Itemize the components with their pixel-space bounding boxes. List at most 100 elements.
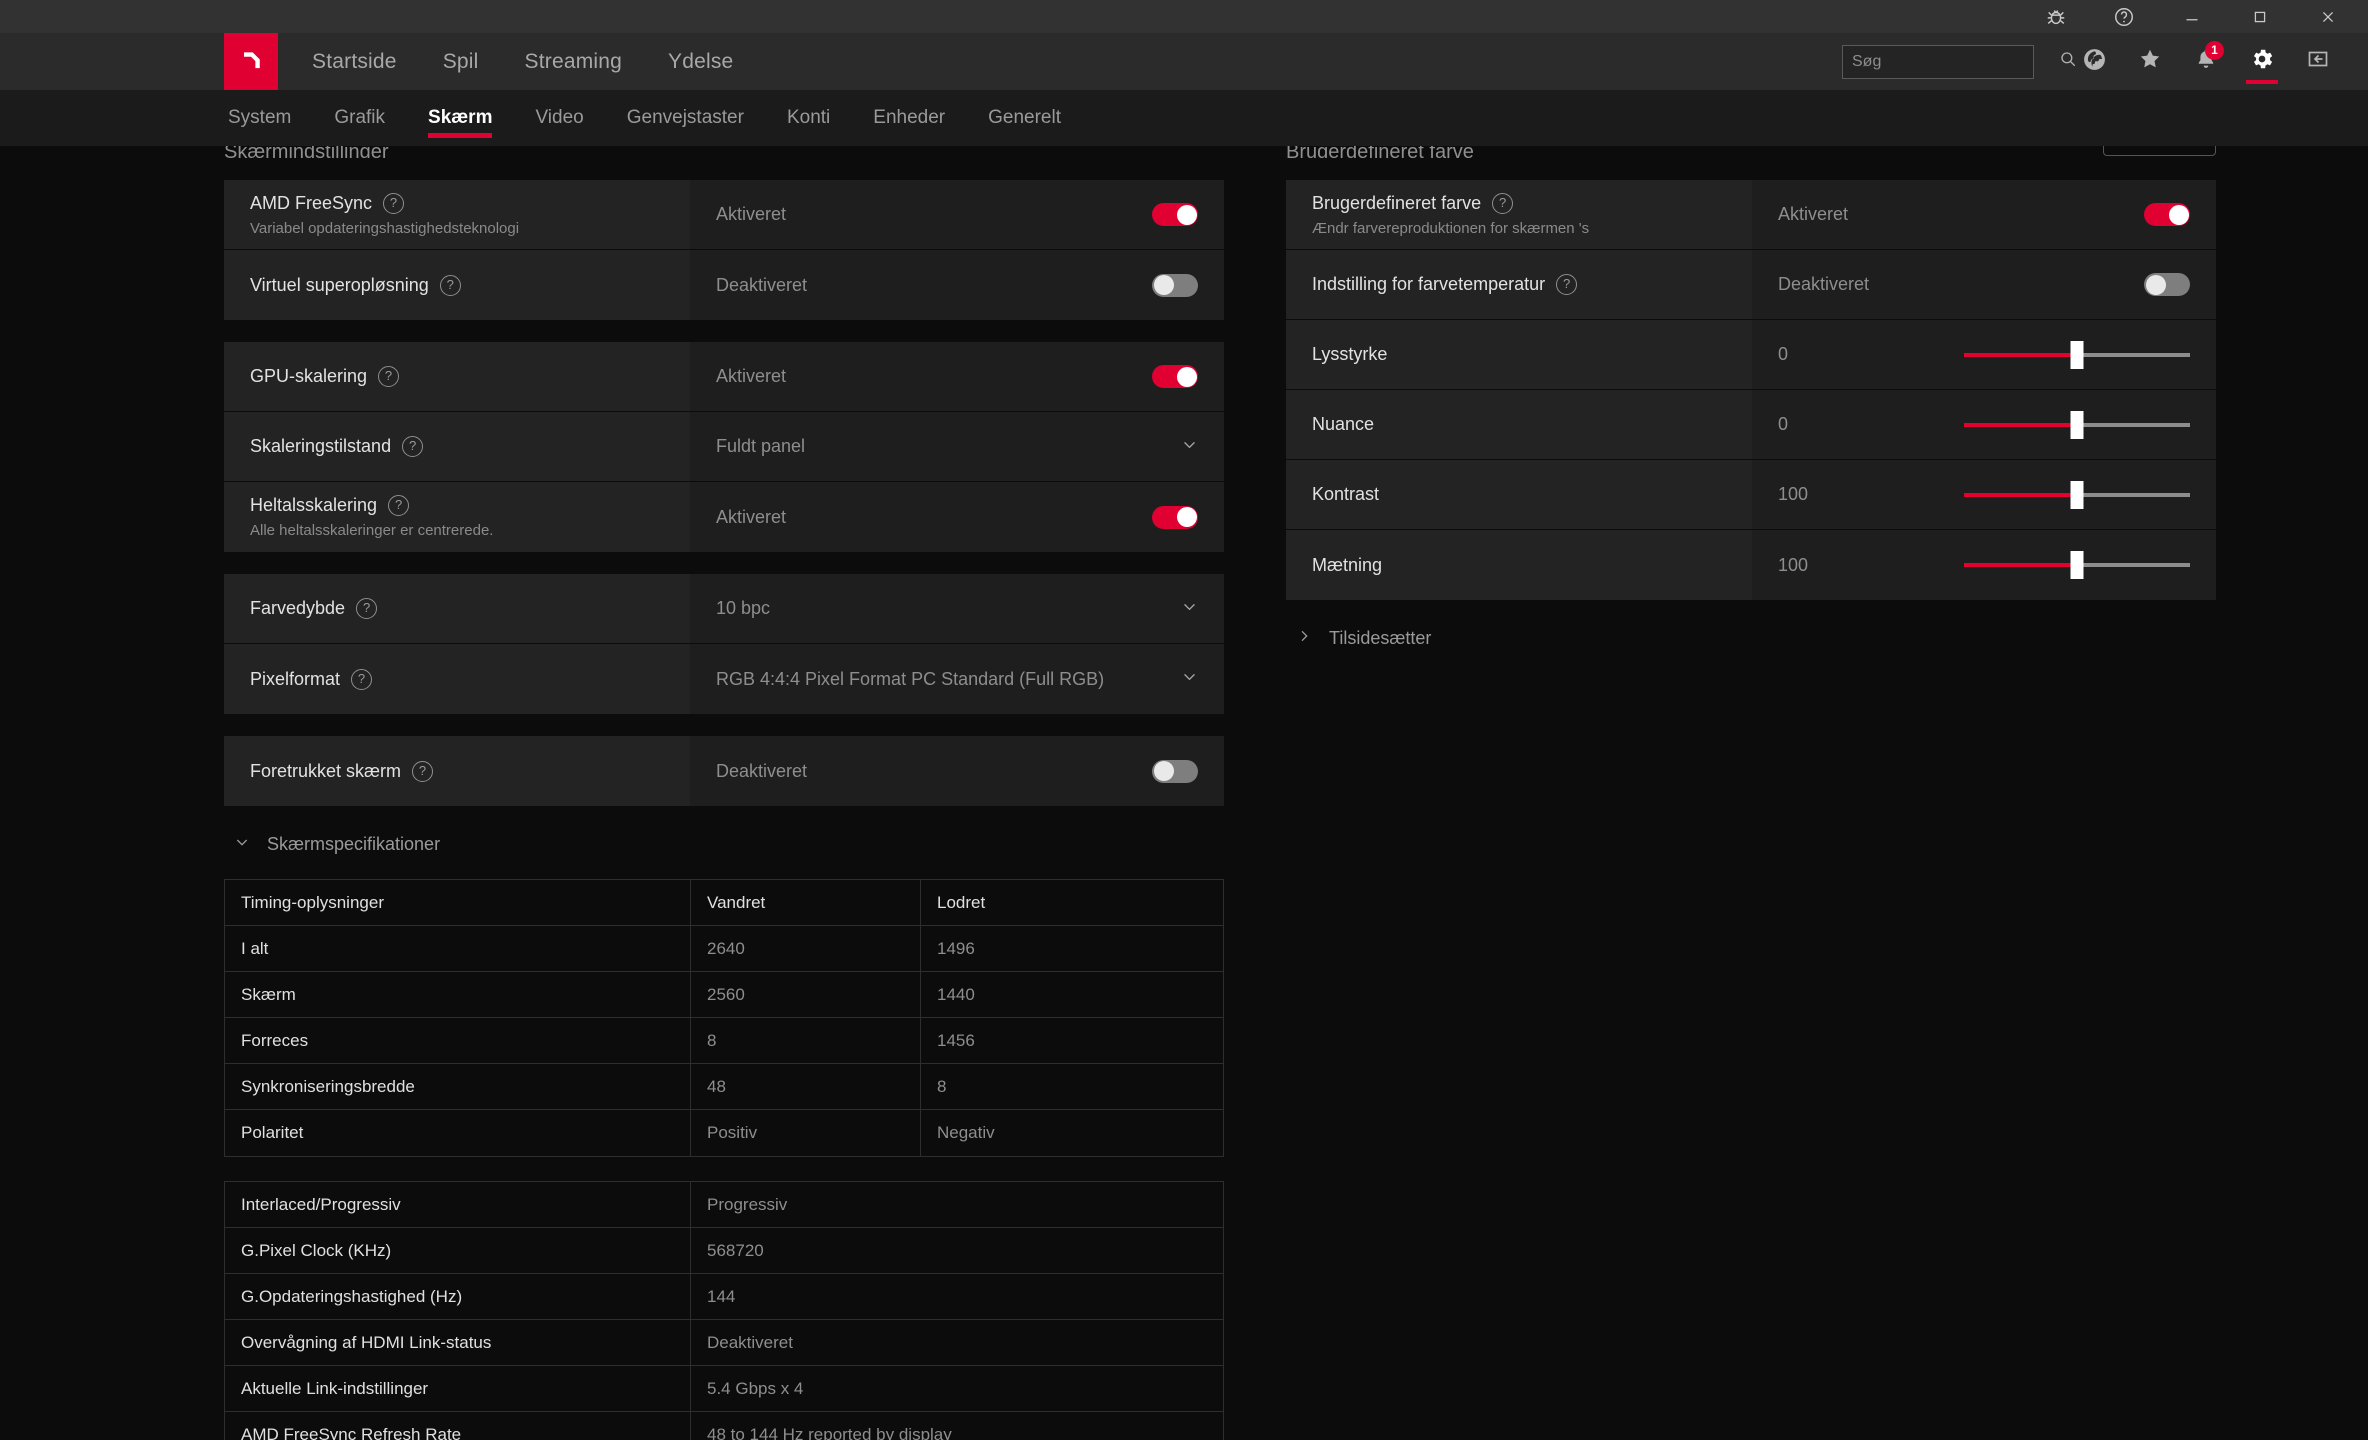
custom-color-title: Brugerdefineret farve bbox=[1286, 146, 1474, 158]
chevron-down-icon[interactable] bbox=[1181, 668, 1198, 690]
settings-button[interactable] bbox=[2234, 33, 2290, 90]
chevron-down-icon[interactable] bbox=[1181, 436, 1198, 458]
gamma-preset-button[interactable]: Spilalve bbox=[2103, 146, 2216, 156]
tab-skaerm[interactable]: Skærm bbox=[428, 90, 493, 146]
bug-report-button[interactable] bbox=[2022, 0, 2090, 33]
minimize-button[interactable] bbox=[2158, 0, 2226, 33]
tab-generelt[interactable]: Generelt bbox=[988, 90, 1061, 146]
slider-fill bbox=[1964, 492, 2077, 497]
chevron-down-icon[interactable] bbox=[1181, 598, 1198, 620]
slider-lysstyrke[interactable] bbox=[1964, 337, 2190, 373]
setting-value: Fuldt panel bbox=[716, 436, 806, 456]
help-tooltip-icon[interactable]: ? bbox=[388, 495, 410, 516]
setting-row-farvedybde: Farvedybde? 10 bpc bbox=[224, 574, 1224, 644]
help-tooltip-icon[interactable]: ? bbox=[351, 668, 373, 690]
globe-button[interactable] bbox=[2066, 33, 2122, 90]
setting-row-indstilling-for-farvetemperatur: Indstilling for farvetemperatur? Deaktive… bbox=[1286, 250, 2216, 320]
notifications-button[interactable]: 1 bbox=[2178, 33, 2234, 90]
timing-information-table: Timing-oplysninger Vandret Lodret I alt 2640… bbox=[224, 879, 1224, 1157]
tab-system[interactable]: System bbox=[228, 90, 291, 146]
nav-link-startside[interactable]: Startside bbox=[312, 50, 397, 74]
toggle-knob bbox=[2145, 274, 2166, 295]
table-cell: 8 bbox=[937, 1076, 947, 1096]
tab-genvejstaster[interactable]: Genvejstaster bbox=[627, 90, 744, 146]
slider-thumb[interactable] bbox=[2070, 480, 2084, 509]
setting-value-cell: Deaktiveret bbox=[1752, 250, 2216, 319]
search-input[interactable] bbox=[1852, 52, 2059, 71]
minimize-icon bbox=[2181, 6, 2203, 28]
favorites-button[interactable] bbox=[2122, 33, 2178, 90]
setting-value-cell[interactable]: Fuldt panel bbox=[690, 412, 1224, 481]
slider-maetning[interactable] bbox=[1964, 547, 2190, 583]
help-tooltip-icon[interactable]: ? bbox=[383, 192, 405, 214]
setting-value-cell: Deaktiveret bbox=[690, 250, 1224, 320]
table-cell: 1456 bbox=[937, 1030, 975, 1050]
table-row: Polaritet Positiv Negativ bbox=[225, 1110, 1223, 1156]
maximize-icon bbox=[2249, 6, 2271, 28]
setting-value-cell: 0 bbox=[1752, 320, 2216, 389]
table-cell-value: 144 bbox=[707, 1286, 736, 1306]
setting-label-cell: Farvedybde? bbox=[224, 574, 690, 643]
toggle-switch-gpu-skalering[interactable] bbox=[1152, 365, 1198, 388]
tab-enheder[interactable]: Enheder bbox=[873, 90, 945, 146]
setting-value: 10 bpc bbox=[716, 598, 771, 618]
setting-value-cell[interactable]: 10 bpc bbox=[690, 574, 1224, 643]
help-tooltip-icon[interactable]: ? bbox=[356, 598, 378, 619]
amd-logo[interactable] bbox=[224, 33, 278, 90]
tab-video[interactable]: Video bbox=[535, 90, 583, 146]
help-tooltip-icon[interactable]: ? bbox=[439, 274, 461, 296]
maximize-button[interactable] bbox=[2226, 0, 2294, 33]
settings-group-3: Foretrukket skærm? Deaktiveret bbox=[224, 736, 1224, 806]
close-button[interactable] bbox=[2294, 0, 2362, 33]
help-tooltip-icon[interactable]: ? bbox=[378, 366, 400, 387]
help-tooltip-icon[interactable]: ? bbox=[412, 760, 434, 782]
setting-value-cell: 100 bbox=[1752, 530, 2216, 600]
toggle-switch-amd-freesync[interactable] bbox=[1152, 203, 1198, 226]
help-tooltip-icon[interactable]: ? bbox=[1556, 274, 1578, 295]
toggle-switch-brugerdefineret-farve[interactable] bbox=[2144, 203, 2190, 226]
setting-label: Brugerdefineret farve bbox=[1312, 192, 1482, 213]
search-box[interactable] bbox=[1842, 44, 2076, 79]
setting-value-cell[interactable]: RGB 4:4:4 Pixel Format PC Standard (Full… bbox=[690, 644, 1224, 714]
setting-label-cell: Nuance bbox=[1286, 390, 1752, 459]
panel-collapse-icon bbox=[2306, 47, 2330, 76]
table-cell-label: Aktuelle Link-indstillinger bbox=[225, 1366, 691, 1411]
nav-link-spil[interactable]: Spil bbox=[443, 50, 479, 74]
help-tooltip-icon[interactable]: ? bbox=[1492, 192, 1514, 214]
toggle-switch-virtuel-superoplosning[interactable] bbox=[1152, 273, 1198, 297]
display-specs-toggle[interactable]: Skærmspecifikationer bbox=[224, 834, 1224, 855]
settings-group-2: Farvedybde? 10 bpc Pixelformat? RGB 4:4:4 P… bbox=[224, 574, 1224, 714]
slider-kontrast[interactable] bbox=[1964, 477, 2190, 513]
slider-thumb[interactable] bbox=[2070, 551, 2084, 579]
nav-link-streaming[interactable]: Streaming bbox=[525, 50, 623, 74]
setting-label: Kontrast bbox=[1312, 484, 1380, 504]
custom-color-header: Brugerdefineret farve Spilalve bbox=[1286, 146, 2216, 158]
setting-label-cell: GPU-skalering? bbox=[224, 342, 690, 411]
slider-fill bbox=[1964, 352, 2077, 357]
table-header-cell: Lodret bbox=[937, 892, 986, 912]
collapse-panel-button[interactable] bbox=[2290, 33, 2346, 90]
help-tooltip-icon[interactable]: ? bbox=[402, 436, 424, 457]
custom-color-column: Brugerdefineret farve Spilalve Brugerdef… bbox=[1286, 146, 2216, 1440]
setting-label: Pixelformat bbox=[250, 668, 341, 689]
override-label: Tilsidesætter bbox=[1329, 628, 1432, 648]
override-toggle[interactable]: Tilsidesætter bbox=[1286, 628, 2216, 649]
setting-value: RGB 4:4:4 Pixel Format PC Standard (Full… bbox=[716, 668, 1105, 689]
setting-label-cell: Virtuel superopløsning? bbox=[224, 250, 690, 320]
nav-link-ydelse[interactable]: Ydelse bbox=[668, 50, 733, 74]
toggle-switch-foretrukket-skaerm[interactable] bbox=[1152, 759, 1198, 783]
table-cell-value: 568720 bbox=[707, 1240, 764, 1260]
toggle-switch-heltalsskalering[interactable] bbox=[1152, 505, 1198, 529]
help-icon bbox=[2113, 6, 2135, 28]
setting-value: Aktiveret bbox=[716, 204, 787, 224]
toggle-switch-indstilling-for-farvetemperatur[interactable] bbox=[2144, 273, 2190, 296]
slider-thumb[interactable] bbox=[2070, 340, 2084, 369]
slider-nuance[interactable] bbox=[1964, 407, 2190, 443]
slider-thumb[interactable] bbox=[2070, 410, 2084, 439]
table-header-cell: Vandret bbox=[691, 880, 921, 925]
tab-konti[interactable]: Konti bbox=[787, 90, 830, 146]
page-content: Skærmindstillinger AMD FreeSync? Variabel… bbox=[0, 146, 2368, 1440]
primary-nav-links: Startside Spil Streaming Ydelse bbox=[312, 50, 733, 74]
tab-grafik[interactable]: Grafik bbox=[334, 90, 385, 146]
help-button[interactable] bbox=[2090, 0, 2158, 33]
